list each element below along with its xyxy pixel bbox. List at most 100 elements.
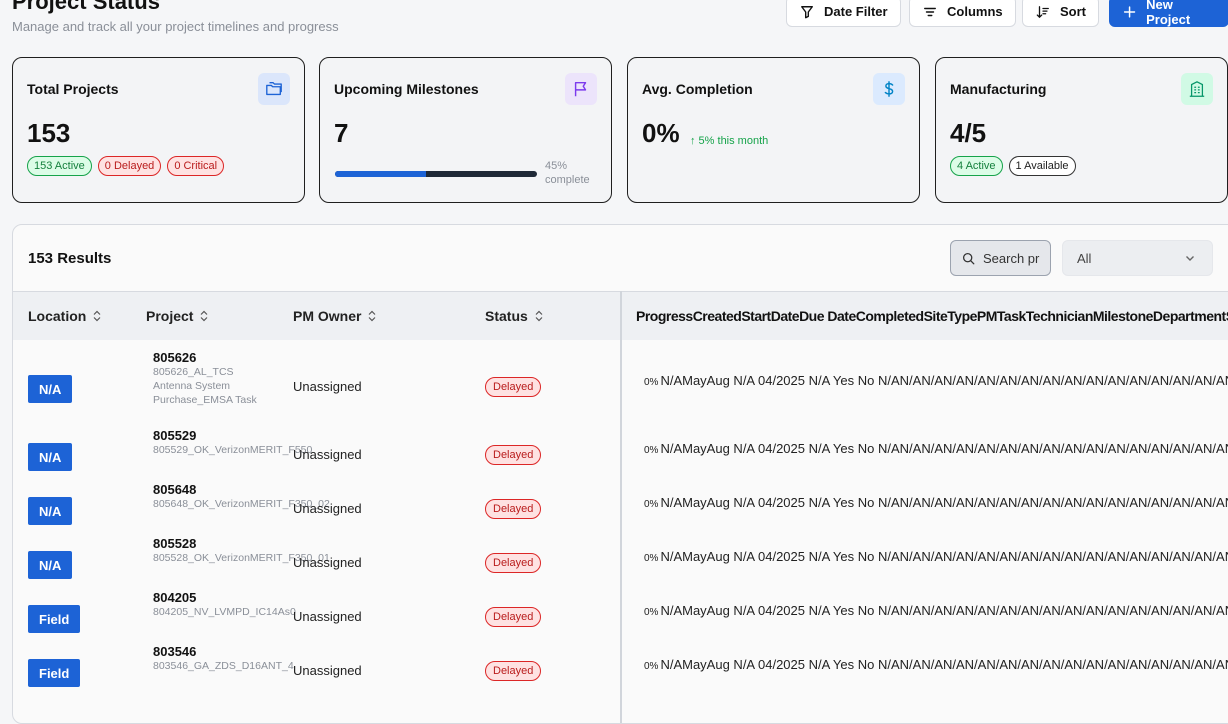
row-overflow-cells: 0% N/AMayAug N/A 04/2025 N/A Yes No N/AN/… [644, 603, 1228, 618]
pm-owner: Unassigned [293, 447, 362, 462]
progress-note: 45% complete [545, 160, 590, 186]
avg-completion-value: 0% [642, 118, 680, 148]
card-title: Upcoming Milestones [334, 81, 479, 97]
new-project-button[interactable]: New Project [1109, 0, 1228, 27]
column-header-status[interactable]: Status [485, 308, 544, 324]
project-description: 805626_AL_TCS Antenna System Purchase_EM… [153, 366, 257, 406]
progress-value: 0% [644, 661, 659, 672]
pm-owner: Unassigned [293, 555, 362, 570]
status-badge: Delayed [485, 553, 542, 573]
header-label: Status [485, 308, 528, 324]
project-description: 803546_GA_ZDS_D16ANT_4 [153, 660, 294, 672]
project-description: 805529_OK_VerizonMERIT_F550 [153, 444, 313, 456]
sort-label: Sort [1060, 4, 1086, 19]
location-tag: N/A [28, 443, 73, 471]
avg-completion-card: Avg. Completion 0% ↑ 5% this month [627, 57, 920, 203]
row-overflow-cells: 0% N/AMayAug N/A 04/2025 N/A Yes No N/AN/… [644, 549, 1228, 564]
active-badge: 153 Active [27, 156, 92, 176]
columns-button[interactable]: Columns [909, 0, 1016, 27]
status-filter-select[interactable]: All [1062, 240, 1213, 276]
milestones-card: Upcoming Milestones 7 45% complete [319, 57, 612, 203]
dollar-icon [873, 73, 905, 105]
pm-owner: Unassigned [293, 663, 362, 678]
progress-value: 0% [644, 445, 659, 456]
date-filter-label: Date Filter [824, 4, 888, 19]
progress-value: 0% [644, 377, 659, 388]
card-title: Total Projects [27, 81, 119, 97]
lines-icon [924, 7, 936, 16]
column-header-location[interactable]: Location [28, 308, 102, 324]
header-label: Location [28, 308, 87, 324]
project-description: 805648_OK_VerizonMERIT_F350_02 [153, 498, 330, 510]
project-cell[interactable]: 803546 803546_GA_ZDS_D16ANT_4 [153, 644, 313, 673]
new-project-label: New Project [1146, 0, 1191, 27]
row-overflow-text: N/AMayAug N/A 04/2025 N/A Yes No N/AN/AN… [660, 549, 1228, 564]
search-icon [962, 252, 975, 264]
project-id: 805626 [153, 350, 197, 365]
status-badge: Delayed [485, 445, 542, 465]
column-header-project[interactable]: Project [146, 308, 209, 324]
project-cell[interactable]: 804205 804205_NV_LVMPD_IC14As0 [153, 590, 313, 619]
project-id: 804205 [153, 590, 197, 605]
filter-icon [801, 5, 813, 18]
row-overflow-cells: 0% N/AMayAug N/A 04/2025 N/A Yes No N/AN/… [644, 495, 1228, 510]
results-count: 153 Results [28, 250, 112, 267]
frozen-column-divider [620, 291, 622, 723]
project-cell[interactable]: 805529 805529_OK_VerizonMERIT_F550 [153, 428, 313, 457]
trend-text: ↑ 5% this month [690, 135, 769, 147]
active-badge: 4 Active [950, 156, 1003, 176]
location-tag: N/A [28, 375, 73, 403]
status-badge: Delayed [485, 377, 542, 397]
critical-badge: 0 Critical [167, 156, 225, 176]
sort-arrows-icon [535, 310, 543, 322]
location-tag: N/A [28, 551, 73, 579]
chevron-down-icon [1186, 256, 1194, 261]
page-subtitle: Manage and track all your project timeli… [12, 19, 339, 34]
row-overflow-cells: 0% N/AMayAug N/A 04/2025 N/A Yes No N/AN/… [644, 373, 1228, 388]
status-badge: Delayed [485, 499, 542, 519]
sort-button[interactable]: Sort [1022, 0, 1099, 27]
location-tag: Field [28, 659, 81, 687]
pm-owner: Unassigned [293, 379, 362, 394]
search-input[interactable]: Search pr [950, 240, 1051, 276]
header-label: PM Owner [293, 308, 362, 324]
building-icon [1181, 73, 1213, 105]
row-overflow-text: N/AMayAug N/A 04/2025 N/A Yes No N/AN/AN… [660, 603, 1228, 618]
milestones-value: 7 [334, 118, 349, 148]
flag-icon [565, 73, 597, 105]
pm-owner: Unassigned [293, 609, 362, 624]
pm-owner: Unassigned [293, 501, 362, 516]
sort-icon [1036, 5, 1049, 18]
status-badge: Delayed [485, 661, 542, 681]
progress-value: 0% [644, 553, 659, 564]
progress-value: 0% [644, 499, 659, 510]
row-overflow-text: N/AMayAug N/A 04/2025 N/A Yes No N/AN/AN… [660, 441, 1228, 456]
header-label: Project [146, 308, 194, 324]
folder-icon [258, 73, 290, 105]
project-description: 805528_OK_VerizonMERIT_F350_01 [153, 552, 330, 564]
select-value: All [1077, 250, 1092, 266]
project-description: 804205_NV_LVMPD_IC14As0 [153, 606, 296, 618]
row-overflow-cells: 0% N/AMayAug N/A 04/2025 N/A Yes No N/AN/… [644, 657, 1228, 672]
row-overflow-text: N/AMayAug N/A 04/2025 N/A Yes No N/AN/AN… [660, 657, 1228, 672]
milestone-progress-bar [335, 171, 537, 177]
columns-label: Columns [947, 4, 1003, 19]
column-header-pm-owner[interactable]: PM Owner [293, 308, 377, 324]
card-title: Avg. Completion [642, 81, 753, 97]
total-projects-value: 153 [27, 118, 71, 148]
card-title: Manufacturing [950, 81, 1047, 97]
date-filter-button[interactable]: Date Filter [786, 0, 901, 27]
progress-value: 0% [644, 607, 659, 618]
project-cell[interactable]: 805626 805626_AL_TCS Antenna System Purch… [153, 350, 313, 407]
project-id: 805528 [153, 536, 197, 551]
search-placeholder: Search pr [983, 250, 1040, 266]
available-badge: 1 Available [1008, 156, 1076, 176]
row-overflow-cells: 0% N/AMayAug N/A 04/2025 N/A Yes No N/AN/… [644, 441, 1228, 456]
project-cell[interactable]: 805648 805648_OK_VerizonMERIT_F350_02 [153, 482, 330, 511]
manufacturing-card: Manufacturing 4/5 4 Active 1 Available [935, 57, 1228, 203]
project-cell[interactable]: 805528 805528_OK_VerizonMERIT_F350_01 [153, 536, 330, 565]
location-tag: N/A [28, 497, 73, 525]
project-id: 805648 [153, 482, 197, 497]
sort-arrows-icon [93, 310, 101, 322]
project-id: 803546 [153, 644, 197, 659]
